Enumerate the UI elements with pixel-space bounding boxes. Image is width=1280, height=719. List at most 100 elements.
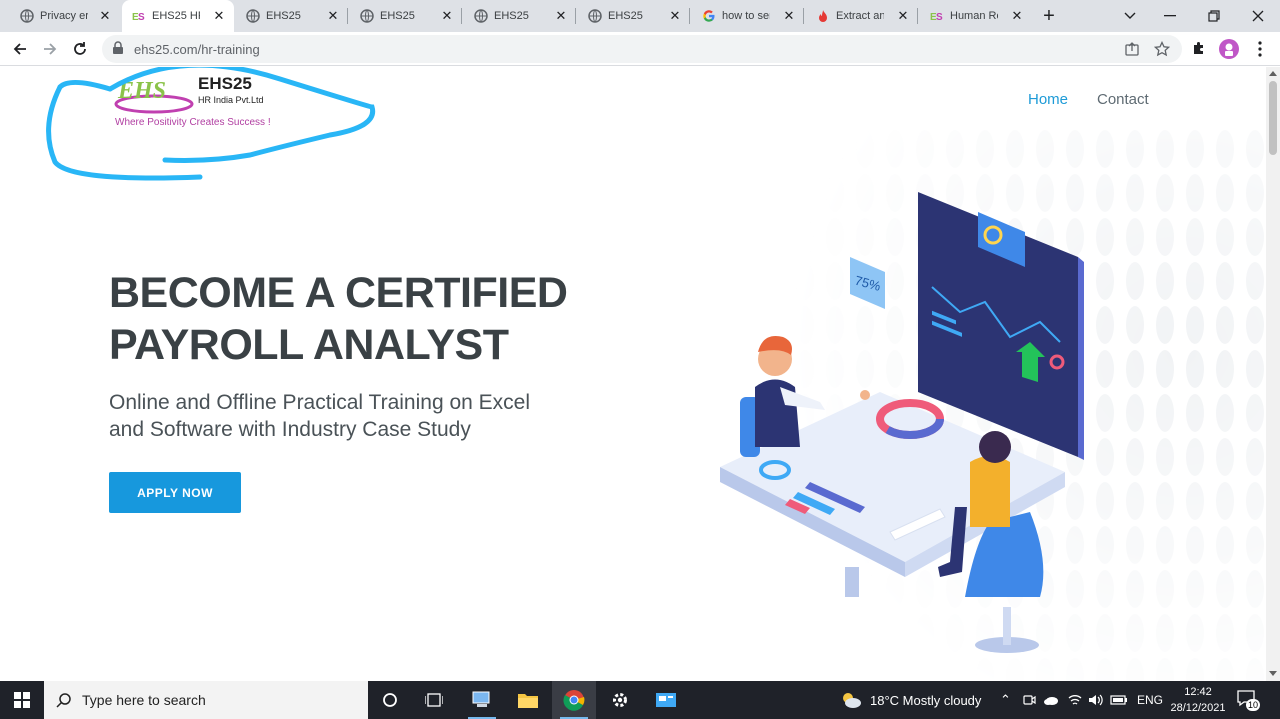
hero-title-line: BECOME A CERTIFIED <box>109 269 568 317</box>
hero-subtitle-line: and Software with Industry Case Study <box>109 418 471 441</box>
close-icon[interactable]: ✕ <box>668 9 682 23</box>
address-bar[interactable]: ehs25.com/hr-training <box>102 35 1182 63</box>
minimize-icon <box>1164 15 1176 17</box>
tab-separator <box>803 8 804 24</box>
taskbar-settings[interactable] <box>598 681 642 719</box>
nav-home-link[interactable]: Home <box>1028 91 1068 108</box>
new-tab-button[interactable]: + <box>1038 5 1060 27</box>
onedrive-cloud-icon[interactable] <box>1043 694 1059 706</box>
tab-title: EHS25 <box>494 10 529 22</box>
restore-icon <box>1208 10 1220 22</box>
language-indicator[interactable]: ENG <box>1137 693 1163 707</box>
battery-icon[interactable] <box>1110 694 1128 706</box>
tab-ehs25[interactable]: EHS25 ✕ <box>464 0 576 32</box>
lock-icon[interactable] <box>112 41 128 57</box>
scrollbar-thumb[interactable] <box>1269 81 1277 155</box>
wifi-icon[interactable] <box>1068 693 1082 707</box>
gear-icon <box>613 693 627 707</box>
clock-date: 28/12/2021 <box>1170 702 1226 714</box>
taskbar-app-remote[interactable] <box>460 681 504 719</box>
tab-human-resources[interactable]: ES Human Re ✕ <box>920 0 1032 32</box>
tab-ehs25-hr[interactable]: ES EHS25 HR ✕ <box>122 0 234 32</box>
windows-taskbar: Type here to search 18°C Mostly cloudy ⌃… <box>0 681 1280 719</box>
tab-separator <box>575 8 576 24</box>
close-icon <box>1252 10 1264 22</box>
volume-icon[interactable] <box>1088 693 1104 707</box>
close-icon[interactable]: ✕ <box>896 9 910 23</box>
profile-avatar[interactable] <box>1219 39 1239 59</box>
weather-cloud-icon[interactable] <box>840 691 862 709</box>
tab-ehs25[interactable]: EHS25 ✕ <box>236 0 348 32</box>
close-icon[interactable]: ✕ <box>440 9 454 23</box>
ehs-favicon: ES <box>930 9 944 23</box>
hero-subtitle: Online and Offline Practical Training on… <box>109 389 629 443</box>
taskbar-chrome[interactable] <box>552 681 596 719</box>
kebab-menu-icon[interactable] <box>1254 39 1266 59</box>
bookmark-star-icon[interactable] <box>1153 40 1171 57</box>
globe-icon <box>360 9 374 23</box>
tab-title: EHS25 HR <box>152 10 200 22</box>
cortana-icon <box>383 693 397 707</box>
nav-contact-link[interactable]: Contact <box>1097 91 1149 108</box>
page-scrollbar[interactable] <box>1266 67 1280 681</box>
computer-app-icon <box>472 691 490 707</box>
tab-separator <box>917 8 918 24</box>
close-icon[interactable]: ✕ <box>1010 9 1024 23</box>
close-icon[interactable]: ✕ <box>554 9 568 23</box>
browser-tab-strip: Privacy err ✕ ES EHS25 HR ✕ EHS25 ✕ EHS2… <box>0 0 1280 32</box>
meet-now-icon[interactable] <box>1022 693 1036 707</box>
forward-button[interactable] <box>38 37 62 61</box>
share-icon[interactable] <box>1124 41 1140 57</box>
tab-title: EHS25 <box>608 10 643 22</box>
close-window-button[interactable] <box>1236 0 1280 32</box>
clock-time: 12:42 <box>1184 686 1212 698</box>
percentage-badge: 75% <box>850 257 885 309</box>
tab-title: EHS25 <box>380 10 415 22</box>
svg-text:S: S <box>936 12 943 23</box>
tab-title: EHS25 <box>266 10 301 22</box>
extensions-puzzle-icon[interactable] <box>1191 40 1209 58</box>
close-icon[interactable]: ✕ <box>326 9 340 23</box>
search-icon <box>56 693 71 708</box>
task-view-icon <box>425 693 443 707</box>
arrow-right-icon <box>44 43 57 55</box>
web-page: EHS EHS25 HR India Pvt.Ltd Where Positiv… <box>0 67 1266 681</box>
close-icon[interactable]: ✕ <box>212 9 226 23</box>
back-button[interactable] <box>8 37 32 61</box>
notification-center-button[interactable]: 10 <box>1236 689 1260 711</box>
task-view-button[interactable] <box>412 681 456 719</box>
scroll-down-icon[interactable] <box>1269 671 1277 676</box>
globe-icon <box>588 9 602 23</box>
apply-now-button[interactable]: APPLY NOW <box>109 472 241 513</box>
reload-button[interactable] <box>68 37 92 61</box>
hero-title-line: PAYROLL ANALYST <box>109 321 509 369</box>
start-button[interactable] <box>0 681 44 719</box>
tab-google-search[interactable]: how to ser ✕ <box>692 0 804 32</box>
tab-title: how to ser <box>722 10 770 22</box>
tab-search-button[interactable] <box>1108 0 1152 32</box>
close-icon[interactable]: ✕ <box>782 9 796 23</box>
cortana-button[interactable] <box>368 681 412 719</box>
ehs-favicon: ES <box>132 9 146 23</box>
tab-ehs25[interactable]: EHS25 ✕ <box>350 0 462 32</box>
chevron-up-icon[interactable]: ⌃ <box>1000 692 1011 708</box>
windows-logo-icon <box>14 692 30 708</box>
globe-icon <box>246 9 260 23</box>
weather-text[interactable]: 18°C Mostly cloudy <box>870 693 981 708</box>
taskbar-search-box[interactable]: Type here to search <box>44 681 368 719</box>
chrome-icon <box>563 690 585 711</box>
globe-icon <box>474 9 488 23</box>
search-placeholder: Type here to search <box>82 692 206 708</box>
tab-extract[interactable]: Extract an ✕ <box>806 0 918 32</box>
tab-privacy-error[interactable]: Privacy err ✕ <box>0 0 120 32</box>
close-icon[interactable]: ✕ <box>98 9 112 23</box>
taskbar-file-explorer[interactable] <box>506 681 550 719</box>
scroll-up-icon[interactable] <box>1269 71 1277 76</box>
google-icon <box>702 9 716 23</box>
tab-ehs25[interactable]: EHS25 ✕ <box>578 0 690 32</box>
taskbar-app-store[interactable] <box>644 681 688 719</box>
system-clock[interactable]: 12:42 28/12/2021 <box>1168 684 1228 716</box>
url-text[interactable]: ehs25.com/hr-training <box>134 42 260 57</box>
minimize-button[interactable] <box>1148 0 1192 32</box>
restore-button[interactable] <box>1192 0 1236 32</box>
